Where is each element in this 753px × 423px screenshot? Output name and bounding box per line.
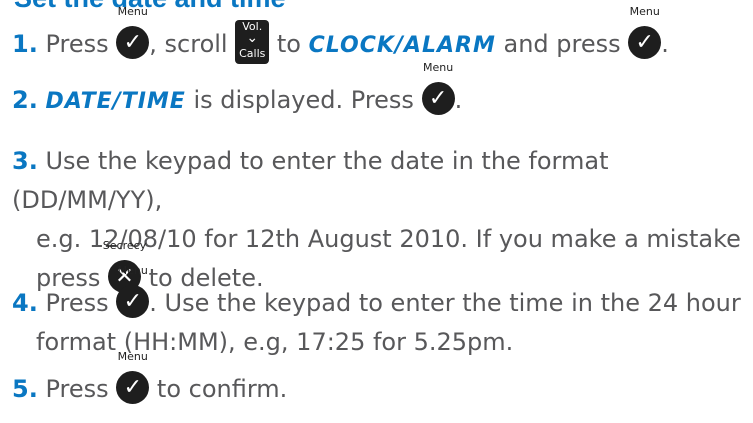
checkmark-icon: ✓ [116, 371, 150, 404]
menu-key: Menu ✓ [421, 61, 455, 115]
checkmark-icon: ✓ [421, 82, 455, 115]
step-text: to confirm. [156, 375, 288, 403]
display-text: DATE/TIME [45, 89, 186, 114]
step-5: 5. Press Menu ✓ to confirm. [12, 350, 752, 409]
menu-caption: Menu [117, 5, 148, 18]
menu-key: Menu ✓ [116, 350, 150, 404]
step-1: 1. Press Menu ✓, scroll Vol. ⌄ Calls to CLO… [12, 5, 752, 65]
menu-caption: Menu [117, 264, 148, 277]
checkmark-icon: ✓ [116, 285, 150, 318]
step-2: 2. DATE/TIME is displayed. Press Menu ✓. [12, 61, 752, 121]
step-number: 3. [12, 147, 38, 175]
step-number: 2. [12, 86, 38, 114]
menu-key: Menu ✓ [116, 264, 150, 318]
step-text: . Use the keypad to enter the time in th… [149, 289, 741, 317]
step-text: to [276, 30, 301, 58]
volume-calls-key: Vol. ⌄ Calls [235, 20, 270, 64]
menu-caption: Menu [629, 5, 660, 18]
menu-caption: Menu [422, 61, 454, 74]
step-text: . [661, 30, 669, 58]
checkmark-icon: ✓ [116, 26, 150, 59]
step-number: 1. [12, 30, 38, 58]
step-text: Press [45, 289, 109, 317]
menu-caption: Menu [117, 350, 148, 363]
display-text: CLOCK/ALARM [308, 33, 496, 58]
step-text: and press [503, 30, 621, 58]
step-text: is displayed. Press [193, 86, 414, 114]
chevron-down-icon: ⌄ [246, 30, 259, 46]
step-text: Press [45, 375, 109, 403]
step-number: 5. [12, 375, 38, 403]
menu-key: Menu ✓ [628, 5, 662, 59]
step-text: . [454, 86, 463, 114]
calls-caption: Calls [239, 47, 266, 60]
step-text: Use the keypad to enter the date in the … [12, 147, 609, 214]
checkmark-icon: ✓ [628, 26, 662, 59]
secrecy-caption: Secrecy [102, 239, 147, 252]
step-text: , scroll [149, 30, 228, 58]
step-number: 4. [12, 289, 38, 317]
step-text: Press [45, 30, 109, 58]
menu-key: Menu ✓ [116, 5, 150, 59]
